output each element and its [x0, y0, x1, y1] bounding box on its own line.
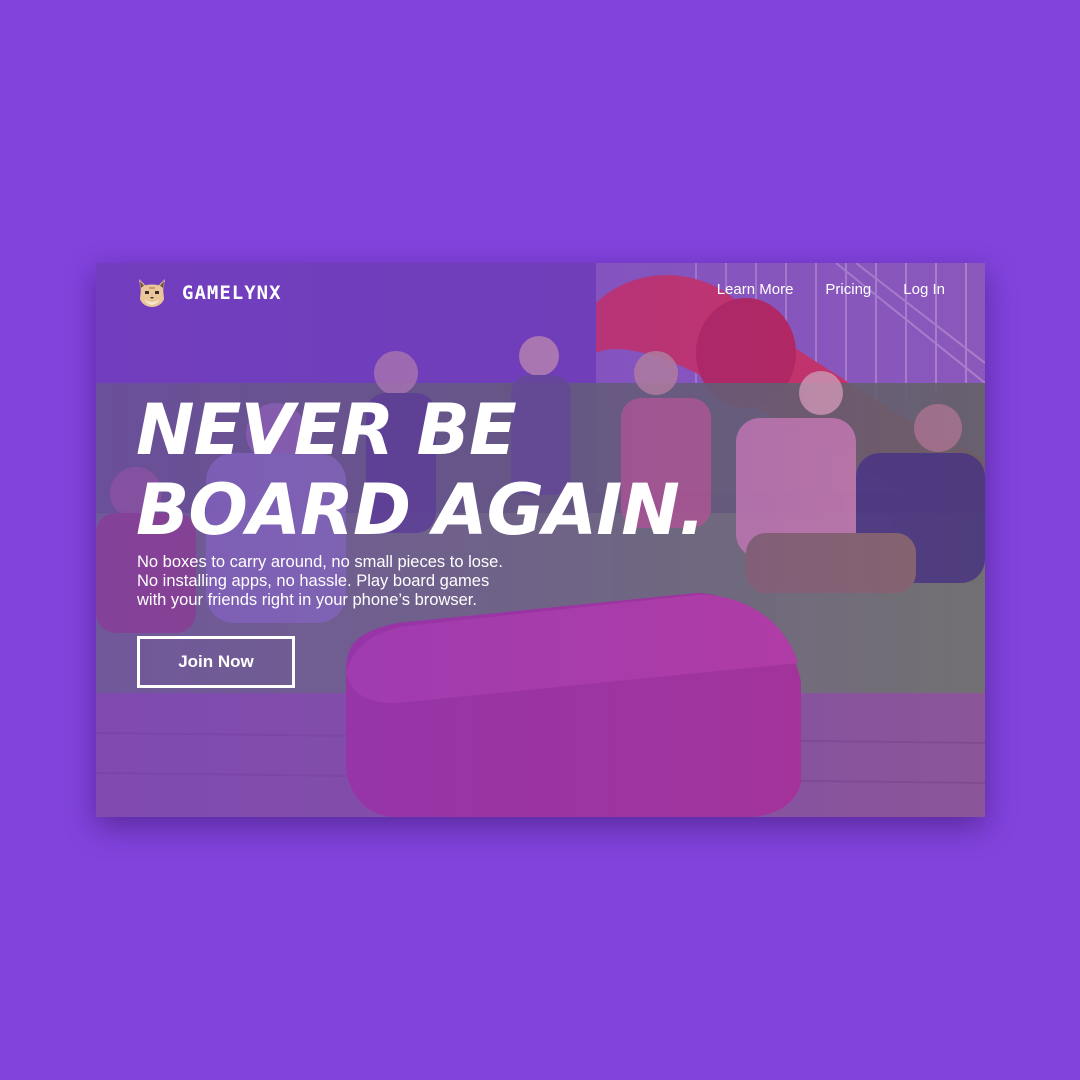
page-background: GAMELYNX Learn More Pricing Log In NEVER… — [0, 0, 1080, 1080]
hero-headline: NEVER BE BOARD AGAIN. — [136, 389, 705, 551]
hero-subtext: No boxes to carry around, no small piece… — [137, 553, 607, 610]
nav-log-in-link[interactable]: Log In — [903, 281, 945, 298]
nav-learn-more-link[interactable]: Learn More — [717, 281, 794, 298]
hero-subtext-line-3: with your friends right in your phone’s … — [137, 591, 477, 609]
landing-page-card: GAMELYNX Learn More Pricing Log In NEVER… — [96, 263, 985, 817]
hero-subtext-line-1: No boxes to carry around, no small piece… — [137, 553, 503, 571]
join-now-button[interactable]: Join Now — [137, 636, 295, 688]
brand-logo[interactable]: GAMELYNX — [136, 277, 282, 309]
hero-headline-line-1: NEVER BE — [136, 389, 517, 471]
hero-subtext-line-2: No installing apps, no hassle. Play boar… — [137, 572, 490, 590]
hero-headline-line-2: BOARD AGAIN. — [136, 469, 705, 551]
nav-pricing-link[interactable]: Pricing — [825, 281, 871, 298]
top-nav: Learn More Pricing Log In — [717, 281, 945, 298]
lynx-face-icon — [139, 279, 165, 307]
brand-name: GAMELYNX — [182, 282, 282, 304]
